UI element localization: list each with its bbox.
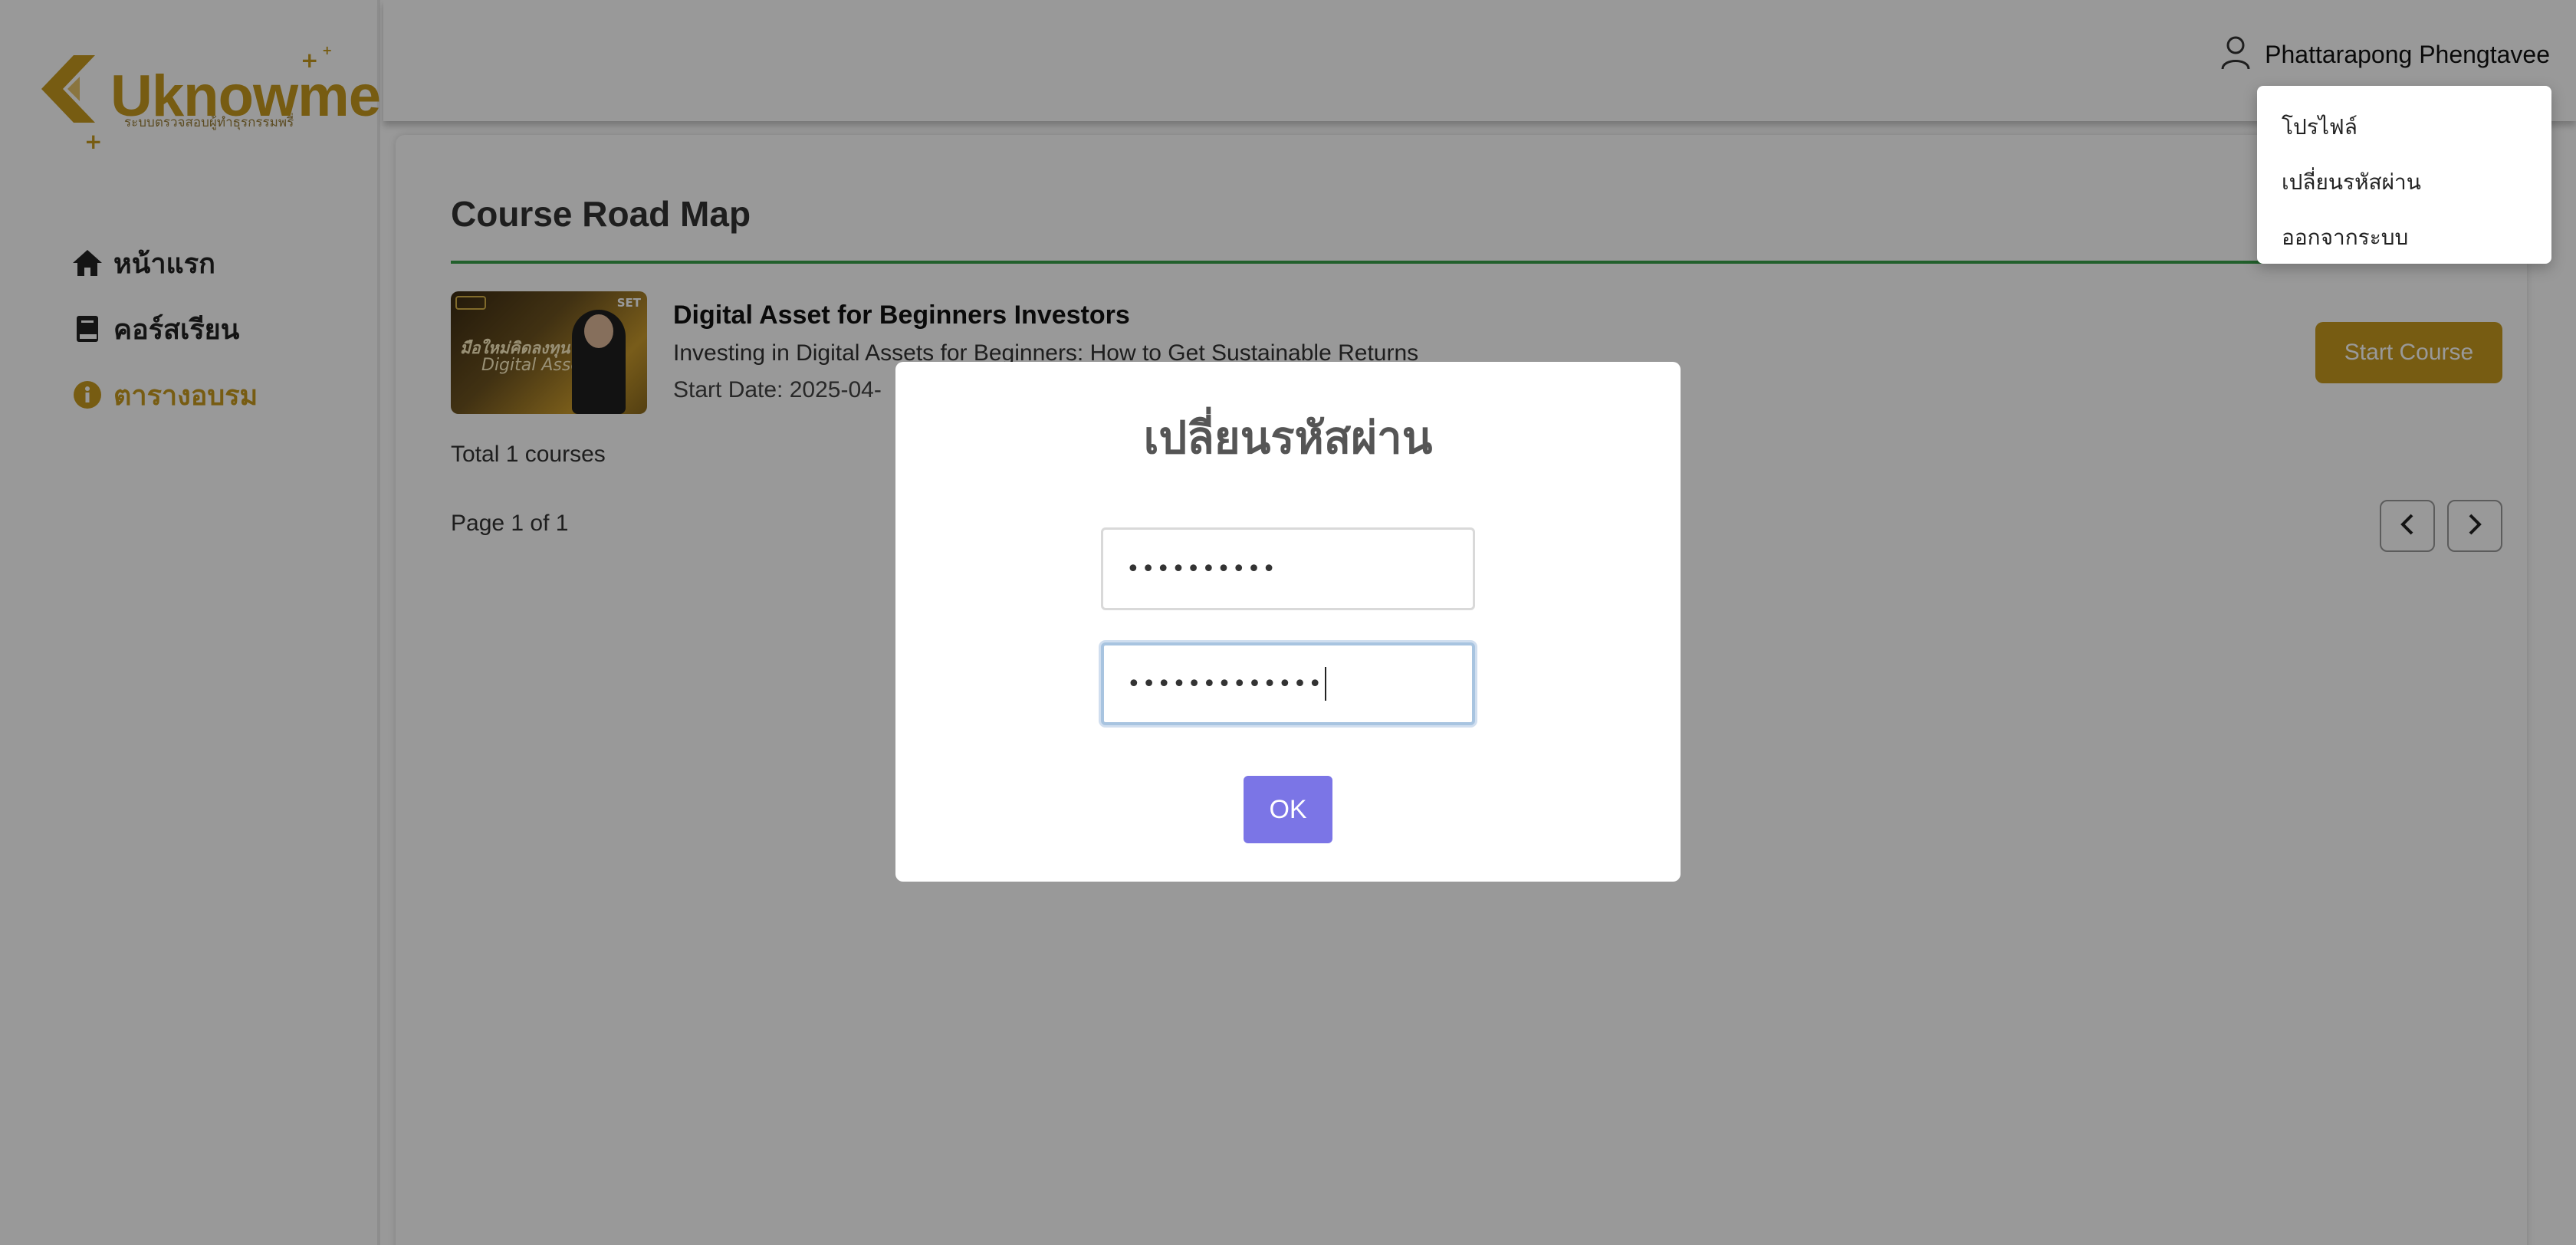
menu-item-change-password[interactable]: เปลี่ยนรหัสผ่าน (2257, 155, 2551, 210)
menu-item-profile[interactable]: โปรไฟล์ (2257, 100, 2551, 155)
password-mask: •••••••••• (1126, 555, 1277, 583)
password-mask: ••••••••••••• (1127, 670, 1324, 698)
dialog-title: เปลี่ยนรหัสผ่าน (1143, 412, 1433, 464)
user-dropdown-menu: โปรไฟล์ เปลี่ยนรหัสผ่าน ออกจากระบบ (2257, 86, 2551, 264)
text-caret (1325, 667, 1327, 701)
change-password-dialog: เปลี่ยนรหัสผ่าน •••••••••• •••••••••••••… (895, 362, 1681, 882)
ok-button[interactable]: OK (1244, 776, 1332, 843)
current-password-field[interactable]: •••••••••• (1101, 527, 1475, 610)
new-password-field[interactable]: ••••••••••••• (1101, 642, 1475, 725)
menu-item-logout[interactable]: ออกจากระบบ (2257, 210, 2551, 265)
